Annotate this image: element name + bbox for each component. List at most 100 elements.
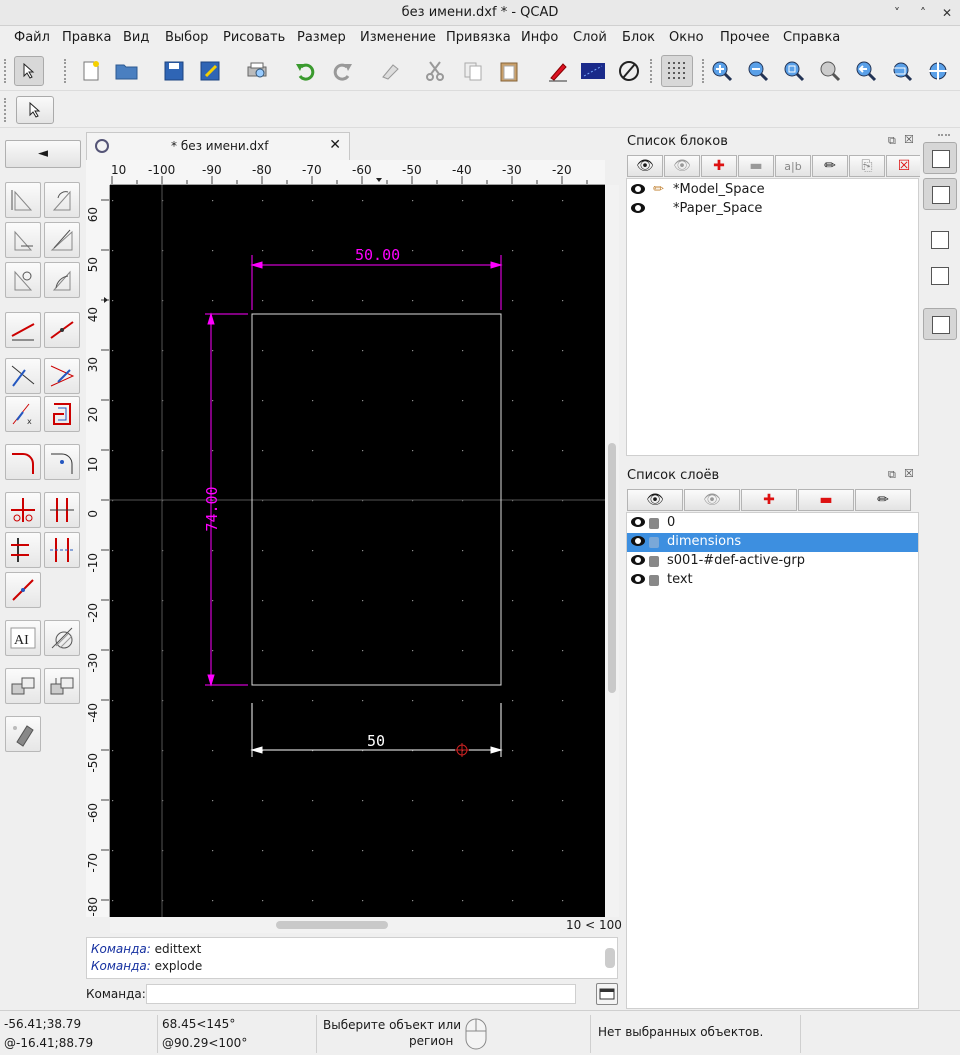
visible-eye-icon[interactable]	[631, 184, 645, 194]
dim-angular-icon[interactable]	[44, 222, 80, 258]
select-pointer-icon[interactable]	[14, 56, 44, 86]
menu-snap[interactable]: Привязка	[446, 30, 511, 45]
lock-icon[interactable]	[649, 575, 659, 586]
menu-layer[interactable]: Слой	[573, 30, 607, 45]
stretch-icon[interactable]	[44, 532, 80, 568]
pen-icon[interactable]	[543, 56, 573, 86]
dock-close-icon[interactable]: ☒	[904, 467, 914, 480]
eraser-icon[interactable]	[375, 56, 405, 86]
lock-icon[interactable]	[649, 518, 659, 529]
edit-layer-icon[interactable]: ✏	[855, 489, 911, 511]
horizontal-scrollbar[interactable]	[110, 917, 560, 933]
text-icon[interactable]: AI	[5, 620, 41, 656]
visible-eye-icon[interactable]	[631, 555, 645, 565]
toolbar-grip[interactable]	[4, 59, 7, 83]
dock-close-icon[interactable]: ☒	[904, 133, 914, 146]
toolbar-grip[interactable]	[650, 59, 653, 83]
command-history-toggle-icon[interactable]	[596, 983, 618, 1005]
extend-icon[interactable]	[5, 532, 41, 568]
show-all-blocks-icon[interactable]: 👁	[627, 155, 663, 177]
copy-icon[interactable]	[458, 56, 488, 86]
command-line-toggle-icon[interactable]	[923, 308, 957, 340]
remove-block-icon[interactable]: ▬	[738, 155, 774, 177]
menu-modify[interactable]: Изменение	[360, 30, 436, 45]
break-icon[interactable]	[5, 572, 41, 608]
grid-icon[interactable]	[661, 55, 693, 87]
menu-dimension[interactable]: Размер	[297, 30, 346, 45]
redo-icon[interactable]	[327, 56, 357, 86]
line-angle-icon[interactable]	[44, 312, 80, 348]
zoom-redraw-icon[interactable]	[923, 56, 953, 86]
zoom-auto-icon[interactable]	[779, 56, 809, 86]
dim-aligned-icon[interactable]	[5, 182, 41, 218]
zoom-out-icon[interactable]	[743, 56, 773, 86]
hide-all-blocks-icon[interactable]: 👁	[664, 155, 700, 177]
tangent-line-icon[interactable]	[44, 358, 80, 394]
dim-arc-icon[interactable]	[44, 262, 80, 298]
lock-icon[interactable]	[649, 556, 659, 567]
dock-grip[interactable]	[938, 134, 950, 137]
dim-rotate-icon[interactable]	[44, 182, 80, 218]
close-document-icon[interactable]: ✕	[329, 137, 341, 153]
print-preview-icon[interactable]	[242, 56, 272, 86]
toolbar-grip[interactable]	[702, 59, 705, 83]
menu-select[interactable]: Выбор	[165, 30, 208, 45]
save-icon[interactable]	[159, 56, 189, 86]
zoom-pan-icon[interactable]	[815, 56, 845, 86]
menu-block[interactable]: Блок	[622, 30, 655, 45]
dock-float-icon[interactable]: ⧉	[888, 134, 896, 148]
minimize-button[interactable]: ˅	[888, 4, 906, 22]
menu-view[interactable]: Вид	[123, 30, 149, 45]
show-all-layers-icon[interactable]: 👁	[627, 489, 683, 511]
trim-icon[interactable]	[5, 492, 41, 528]
edit-block-icon[interactable]: ✏	[812, 155, 848, 177]
back-button[interactable]: ◄	[5, 140, 81, 168]
library-browser-toggle-icon[interactable]	[923, 260, 957, 292]
add-block-icon[interactable]: ✚	[701, 155, 737, 177]
layer-list-toggle-icon[interactable]	[923, 178, 957, 210]
layer-row[interactable]: 0	[627, 514, 918, 533]
dock-float-icon[interactable]: ⧉	[888, 468, 896, 482]
explode-icon[interactable]	[5, 716, 41, 752]
visible-eye-icon[interactable]	[631, 536, 645, 546]
menu-misc[interactable]: Прочее	[720, 30, 770, 45]
drawing-canvas[interactable]: 50.00 74.00 50	[110, 185, 605, 917]
dim-radial-icon[interactable]	[5, 262, 41, 298]
zoom-in-icon[interactable]	[707, 56, 737, 86]
menu-file[interactable]: Файл	[14, 30, 50, 45]
insert-block-icon[interactable]: ⎘	[849, 155, 885, 177]
vertical-scrollbar[interactable]	[605, 185, 619, 917]
block-create-icon[interactable]	[5, 668, 41, 704]
layer-row[interactable]: text	[627, 571, 918, 590]
fillet-icon[interactable]	[5, 444, 41, 480]
hide-all-layers-icon[interactable]: 👁	[684, 489, 740, 511]
history-scrollbar[interactable]	[605, 948, 615, 968]
add-layer-icon[interactable]: ✚	[741, 489, 797, 511]
zoom-window-icon[interactable]	[887, 56, 917, 86]
scrollbar-thumb[interactable]	[276, 921, 388, 929]
visible-eye-icon[interactable]	[631, 203, 645, 213]
rename-block-icon[interactable]: a|b	[775, 155, 811, 177]
menu-help[interactable]: Справка	[783, 30, 840, 45]
visible-eye-icon[interactable]	[631, 517, 645, 527]
block-insert-icon[interactable]	[44, 668, 80, 704]
layer-row-selected[interactable]: dimensions	[627, 533, 918, 552]
line-icon[interactable]	[5, 312, 41, 348]
block-list-toggle-icon[interactable]	[923, 142, 957, 174]
toolbar-grip[interactable]	[4, 98, 7, 122]
property-editor-toggle-icon[interactable]	[923, 224, 957, 256]
no-entry-icon[interactable]	[614, 56, 644, 86]
save-as-icon[interactable]	[195, 56, 225, 86]
new-file-icon[interactable]	[76, 56, 106, 86]
scrollbar-thumb[interactable]	[608, 443, 616, 693]
layer-row[interactable]: s001-#def-active-grp	[627, 552, 918, 571]
zoom-previous-icon[interactable]	[851, 56, 881, 86]
draft-mode-icon[interactable]	[578, 56, 608, 86]
command-input[interactable]	[146, 984, 576, 1004]
menu-info[interactable]: Инфо	[521, 30, 558, 45]
undo-icon[interactable]	[291, 56, 321, 86]
visible-eye-icon[interactable]	[631, 574, 645, 584]
remove-layer-icon[interactable]: ▬	[798, 489, 854, 511]
menu-window[interactable]: Окно	[669, 30, 704, 45]
bisector-icon[interactable]: x	[5, 396, 41, 432]
